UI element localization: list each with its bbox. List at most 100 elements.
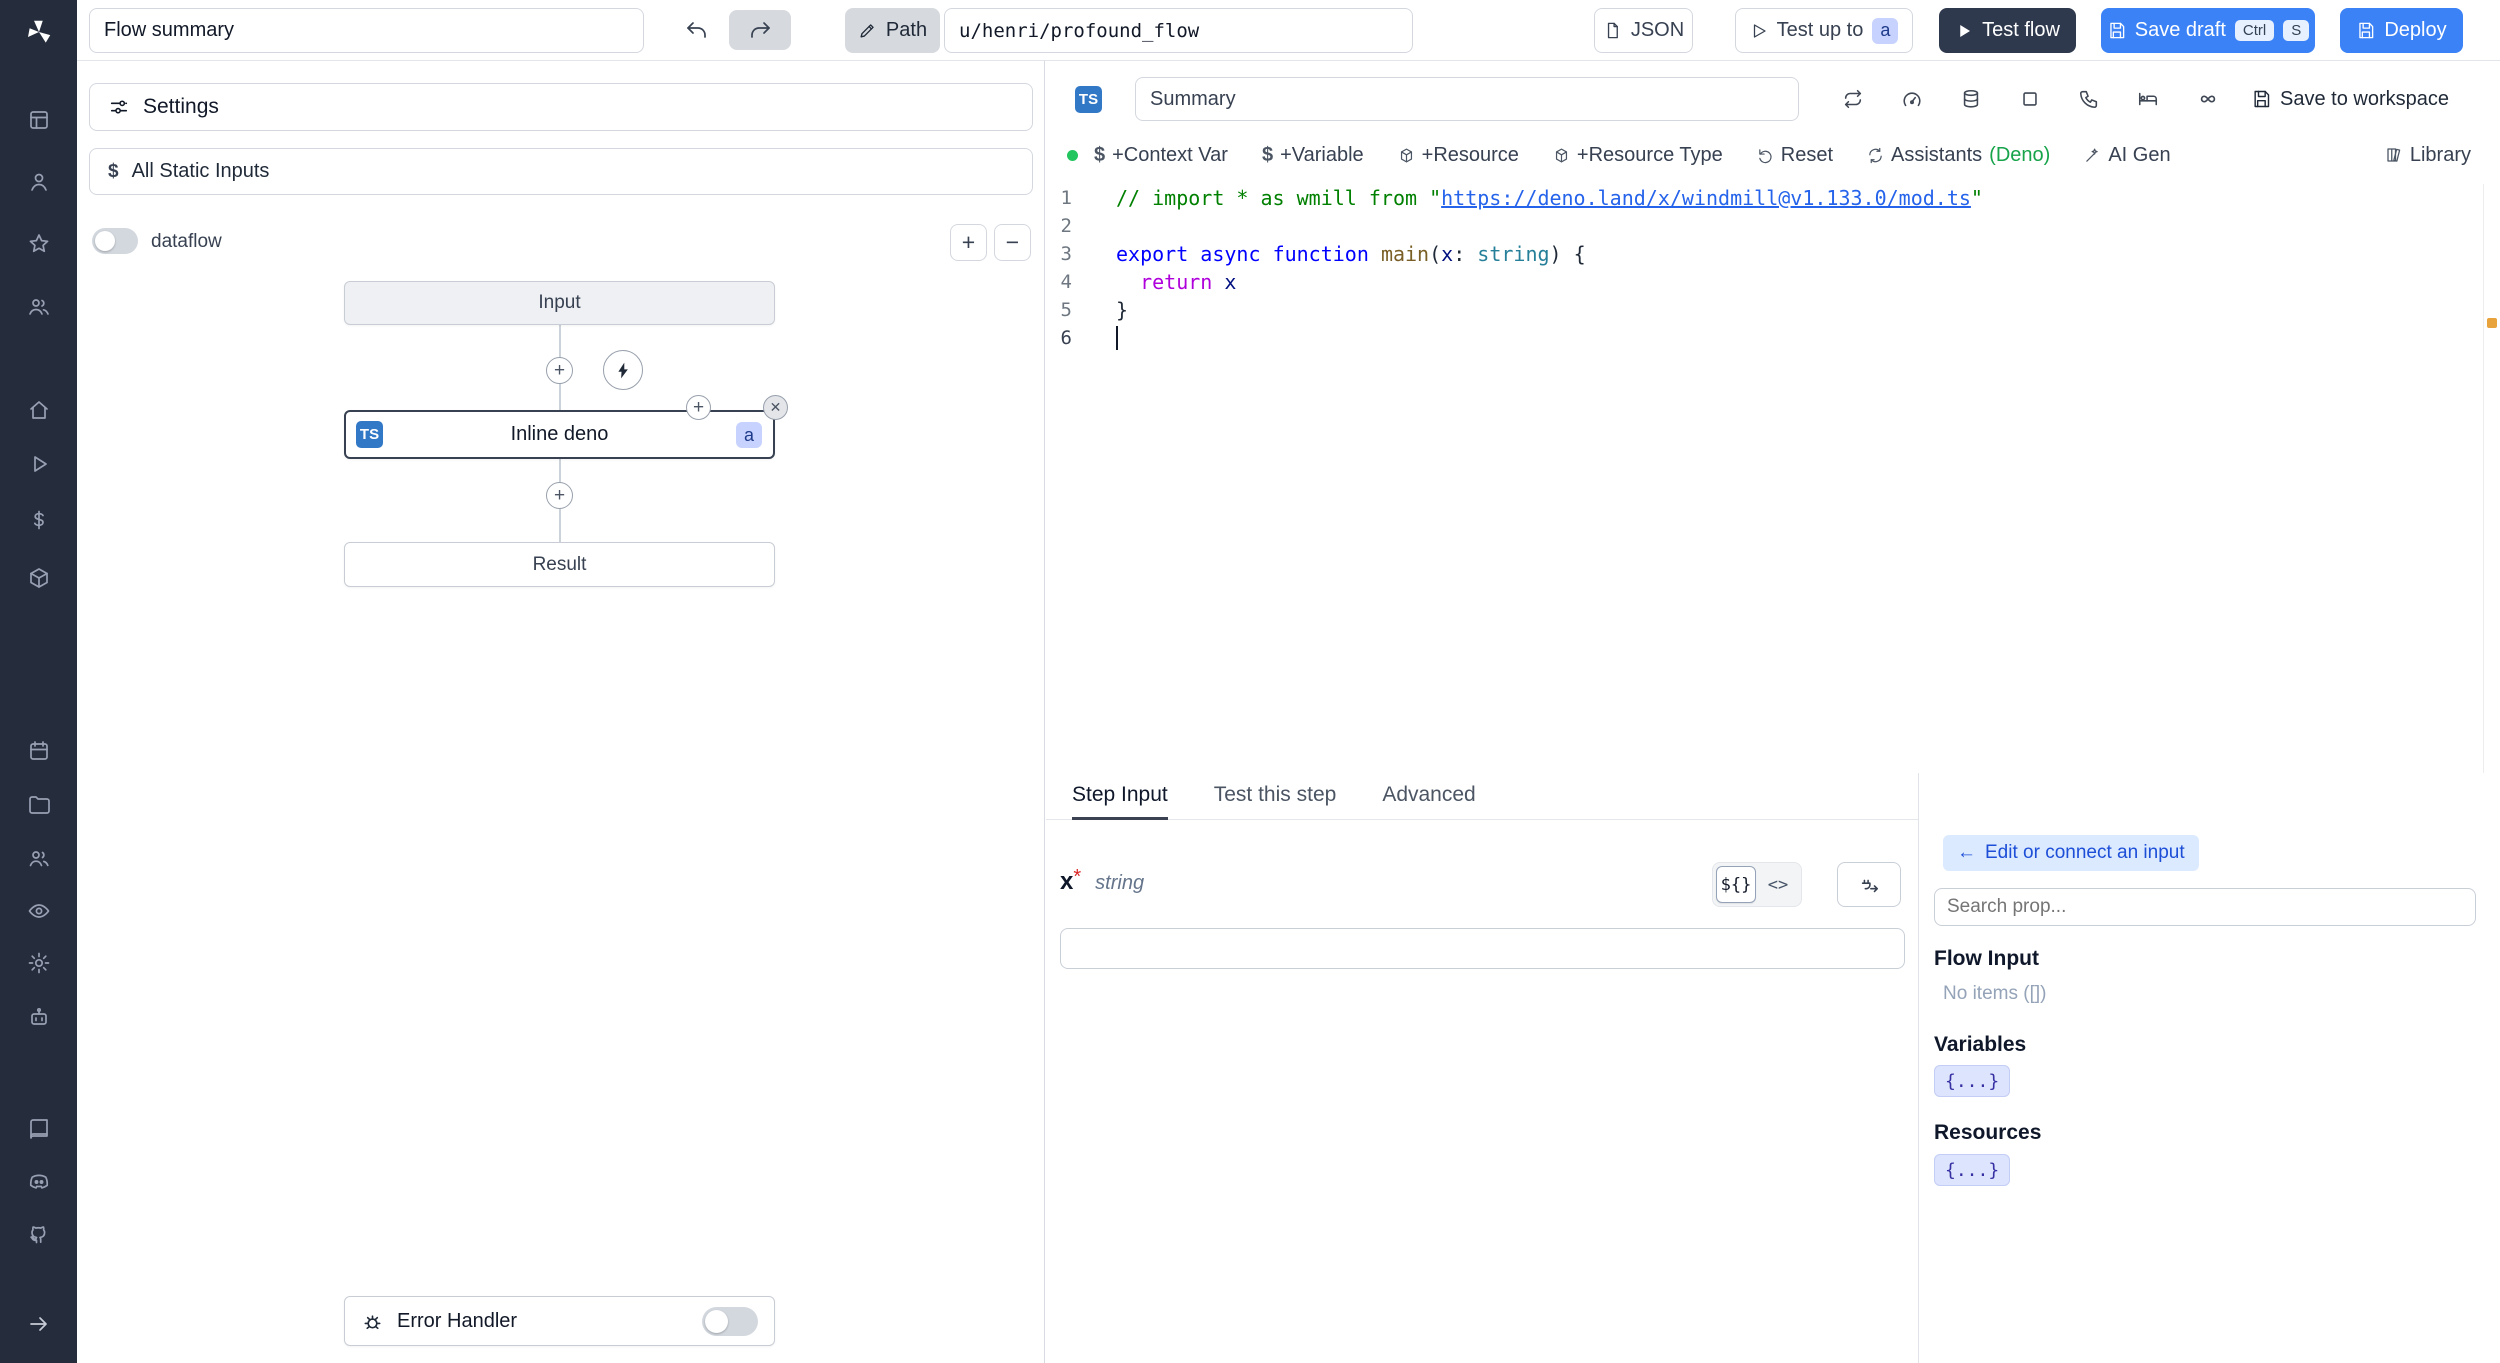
kbd-ctrl: Ctrl <box>2234 20 2275 41</box>
deploy-save-icon <box>2359 22 2374 39</box>
expr-mode-toggle: ${} <> <box>1712 862 1802 907</box>
windmill-logo-icon[interactable] <box>17 10 61 54</box>
edit-connect-button[interactable]: ← Edit or connect an input <box>1943 835 2199 871</box>
book-icon[interactable] <box>17 1107 61 1151</box>
error-handler-toggle[interactable] <box>702 1306 758 1336</box>
expand-arrow-icon[interactable] <box>17 1302 61 1346</box>
resources-object-badge[interactable]: {...} <box>1934 1154 2011 1186</box>
reset-button[interactable]: Reset <box>1757 144 1833 167</box>
node-inline-deno[interactable]: TS Inline deno a <box>344 410 775 459</box>
gauge-icon[interactable] <box>1892 79 1932 119</box>
save-small-icon <box>2254 90 2270 108</box>
save-draft-label: Save draft <box>2134 19 2226 41</box>
add-resource-type-label: +Resource Type <box>1576 143 1723 166</box>
users-icon[interactable] <box>17 285 61 329</box>
code-mode-button[interactable]: <> <box>1758 866 1798 903</box>
path-input[interactable] <box>944 8 1413 53</box>
node-result[interactable]: Result <box>344 542 775 587</box>
code-editor[interactable]: 1// import * as wmill from " https://deno… <box>1046 184 2500 773</box>
user-icon[interactable] <box>17 160 61 204</box>
folder-icon[interactable] <box>17 783 61 827</box>
variables-object-badge[interactable]: {...} <box>1934 1065 2011 1097</box>
search-prop-input[interactable] <box>1934 888 2476 926</box>
resources-heading: Resources <box>1934 1121 2042 1144</box>
path-button-label: Path <box>885 19 928 41</box>
json-button[interactable]: JSON <box>1594 8 1693 53</box>
node-step-id-badge: a <box>736 422 762 448</box>
node-inline-deno-label: Inline deno <box>510 423 609 445</box>
infinity-icon[interactable] <box>2188 79 2228 119</box>
phone-icon[interactable] <box>2069 79 2109 119</box>
save-to-workspace-button[interactable]: Save to workspace <box>2251 79 2449 119</box>
trigger-bolt-button[interactable] <box>603 350 643 390</box>
all-static-inputs-button[interactable]: $ All Static Inputs <box>89 148 1033 195</box>
star-icon[interactable] <box>17 222 61 266</box>
error-handler-box[interactable]: Error Handler <box>344 1296 775 1346</box>
add-resource-label: +Resource <box>1421 143 1519 166</box>
undo-button[interactable] <box>675 10 719 50</box>
connect-input-button[interactable] <box>1837 862 1901 907</box>
save-icon <box>2110 22 2125 39</box>
arg-type: string <box>1095 872 1145 894</box>
grid-icon[interactable] <box>17 98 61 142</box>
cube-icon[interactable] <box>17 556 61 600</box>
all-static-inputs-label: All Static Inputs <box>131 160 270 182</box>
ai-gen-label: AI Gen <box>2108 143 2171 166</box>
database-icon[interactable] <box>1951 79 1991 119</box>
save-draft-button[interactable]: Save draft Ctrl S <box>2101 8 2315 53</box>
redo-button[interactable] <box>729 10 791 50</box>
stop-square-icon[interactable] <box>2010 79 2050 119</box>
add-resource-button[interactable]: +Resource <box>1398 144 1519 167</box>
gear-icon[interactable] <box>17 941 61 985</box>
insert-step-button-top[interactable]: + <box>546 357 573 384</box>
flow-input-heading: Flow Input <box>1934 947 2039 970</box>
cube-mini-icon <box>1553 147 1570 164</box>
robot-icon[interactable] <box>17 996 61 1040</box>
path-button[interactable]: Path <box>845 8 940 53</box>
ai-gen-button[interactable]: AI Gen <box>2084 143 2171 167</box>
zoom-out-button[interactable]: − <box>994 224 1031 261</box>
tab-test-this-step[interactable]: Test this step <box>1214 773 1337 820</box>
node-input[interactable]: Input <box>344 281 775 325</box>
tab-step-input[interactable]: Step Input <box>1072 773 1168 820</box>
add-resource-type-button[interactable]: +Resource Type <box>1553 144 1723 167</box>
add-variable-button[interactable]: $ +Variable <box>1262 144 1364 167</box>
calendar-icon[interactable] <box>17 729 61 773</box>
arg-required-mark: * <box>1073 866 1082 888</box>
test-up-to-button[interactable]: Test up to a <box>1735 8 1913 53</box>
zoom-in-button[interactable]: + <box>950 224 987 261</box>
editor-toolbar: $ +Context Var $ +Variable +Resource +Reso… <box>1094 135 2171 175</box>
tab-advanced[interactable]: Advanced <box>1382 773 1475 820</box>
editor-scrollbar[interactable] <box>2483 184 2484 773</box>
home-icon[interactable] <box>17 388 61 432</box>
library-label: Library <box>2409 143 2471 166</box>
deploy-label: Deploy <box>2384 19 2447 41</box>
restart-loop-icon[interactable] <box>1833 79 1873 119</box>
eye-icon[interactable] <box>17 889 61 933</box>
github-icon[interactable] <box>17 1212 61 1256</box>
discord-icon[interactable] <box>17 1160 61 1204</box>
step-summary-input[interactable] <box>1135 77 1799 121</box>
dataflow-toggle[interactable] <box>92 228 138 254</box>
flow-graph-panel: Settings $ All Static Inputs dataflow + … <box>77 61 1045 1363</box>
test-flow-button[interactable]: Test flow <box>1939 8 2076 53</box>
group-icon[interactable] <box>17 836 61 880</box>
deploy-button[interactable]: Deploy <box>2340 8 2463 53</box>
assistants-button[interactable]: Assistants (Deno) <box>1867 144 2050 167</box>
node-add-button[interactable]: + <box>686 395 711 420</box>
test-up-to-step-badge: a <box>1872 17 1899 44</box>
template-mode-button[interactable]: ${} <box>1716 866 1756 903</box>
add-context-var-button[interactable]: $ +Context Var <box>1094 144 1228 167</box>
arg-value-input[interactable] <box>1060 928 1905 969</box>
flow-summary-input[interactable] <box>89 8 644 53</box>
kbd-s: S <box>2283 20 2310 41</box>
play-icon[interactable] <box>17 442 61 486</box>
dollar-icon[interactable] <box>17 498 61 542</box>
sleep-icon[interactable] <box>2128 79 2168 119</box>
step-bottom-panel: Step Input Test this step Advanced x * s… <box>1046 773 2500 1363</box>
node-delete-button[interactable]: ✕ <box>763 395 788 420</box>
library-button[interactable]: Library <box>2385 135 2471 175</box>
library-book-icon <box>2385 146 2403 164</box>
insert-step-button-bottom[interactable]: + <box>546 482 573 509</box>
flow-settings-button[interactable]: Settings <box>89 83 1033 131</box>
